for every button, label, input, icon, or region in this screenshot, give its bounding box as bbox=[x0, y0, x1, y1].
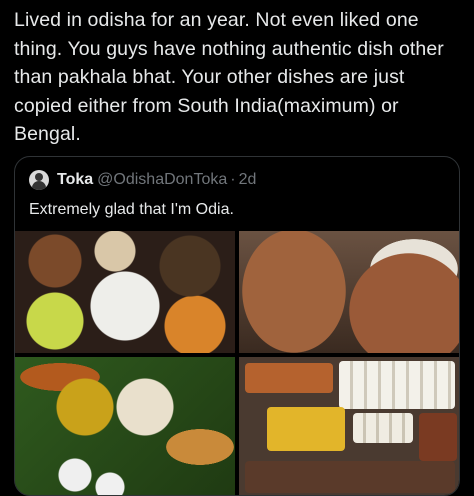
quoted-post-header: Toka @OdishaDonToka · 2d bbox=[29, 169, 256, 191]
avatar[interactable] bbox=[29, 170, 49, 190]
media-grid bbox=[15, 231, 459, 495]
sweet-tray bbox=[339, 361, 455, 409]
photo-thali-platter[interactable] bbox=[15, 231, 235, 353]
sweet-tray bbox=[419, 413, 457, 461]
sweet-tray bbox=[245, 363, 333, 393]
quoted-post-card[interactable]: Toka @OdishaDonToka · 2d Extremely glad … bbox=[14, 156, 460, 496]
quoted-post-text: Extremely glad that I'm Odia. bbox=[29, 201, 234, 218]
sweet-tray bbox=[245, 461, 455, 493]
sweet-tray bbox=[267, 407, 345, 451]
photo-clay-pots[interactable] bbox=[239, 231, 459, 353]
quoted-post-time[interactable]: 2d bbox=[239, 171, 257, 189]
photo-sweets-display[interactable] bbox=[239, 357, 459, 495]
quoted-author-name[interactable]: Toka bbox=[57, 171, 93, 189]
post-text: Lived in odisha for an year. Not even li… bbox=[14, 9, 444, 145]
sweet-tray bbox=[353, 413, 413, 443]
header-separator: · bbox=[230, 171, 236, 188]
photo-banana-leaf-meal[interactable] bbox=[15, 357, 235, 495]
quoted-author-handle[interactable]: @OdishaDonToka bbox=[97, 171, 227, 189]
